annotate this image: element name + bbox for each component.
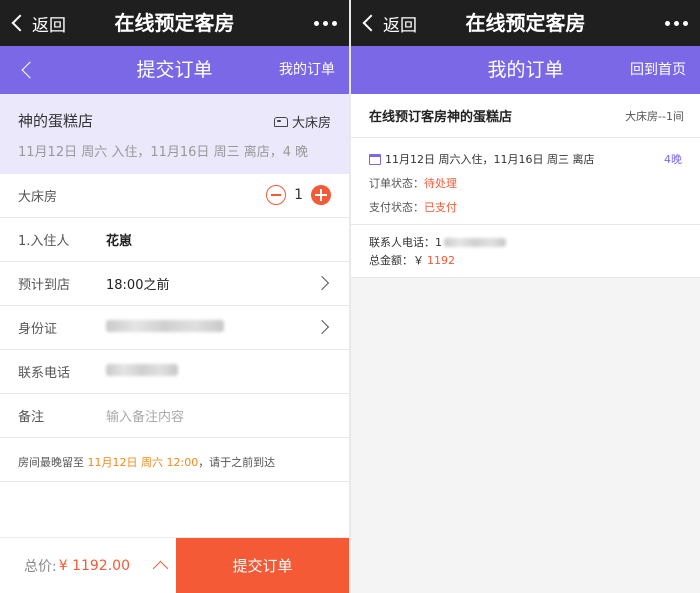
id-card-label: 身份证 xyxy=(18,322,58,337)
room-type-tag: 大床房 xyxy=(273,112,331,131)
contact-phone-line: 联系人电话： 1 xyxy=(369,233,682,251)
pay-status-label: 支付状态： xyxy=(369,201,424,214)
id-card-row[interactable]: 身份证 xyxy=(0,306,349,350)
plus-icon[interactable] xyxy=(311,185,331,205)
order-contact: 联系人电话： 1 总金额： ￥ 1192 xyxy=(351,225,700,278)
redacted-contact-phone xyxy=(444,237,506,247)
submit-order-screen: 返回 在线预定客房 提交订单 我的订单 神的蛋糕店 大床房 11月12日 周六 … xyxy=(0,0,349,593)
bed-icon xyxy=(273,116,288,127)
order-status-value: 待处理 xyxy=(424,177,457,190)
stay-dates: 11月12日 周六 入住，11月16日 周三 离店，4 晚 xyxy=(18,145,309,160)
remark-row[interactable]: 备注 输入备注内容 xyxy=(0,394,349,438)
total-value: ¥ 1192.00 xyxy=(58,557,130,574)
phone-label: 联系电话 xyxy=(18,366,71,381)
arrival-time-row[interactable]: 预计到店 18:00之前 xyxy=(0,262,349,306)
order-status-line: 订单状态： 待处理 xyxy=(369,172,682,194)
total-label: 总价: xyxy=(24,558,57,575)
id-card-field[interactable] xyxy=(106,319,331,336)
my-orders-screen: 返回 在线预定客房 我的订单 回到首页 在线预订客房神的蛋糕店 大床房--1间 … xyxy=(351,0,700,593)
wechat-back-button[interactable]: 返回 xyxy=(359,0,417,46)
pay-status-line: 支付状态： 已支付 xyxy=(369,196,682,218)
chevron-up-icon[interactable] xyxy=(152,560,169,577)
room-quantity-label: 大床房 xyxy=(18,190,58,205)
app-nav-bar: 我的订单 回到首页 xyxy=(351,46,700,94)
checkout-bar: 总价: ¥ 1192.00 提交订单 xyxy=(0,537,349,593)
order-dates-line: 11月12日 周六入住，11月16日 周三 离店 4晚 xyxy=(369,148,682,170)
guest-label: 1.入住人 xyxy=(18,234,70,249)
phone-field[interactable] xyxy=(106,363,331,380)
chevron-left-icon xyxy=(11,14,29,32)
total-price: 总价: ¥ 1192.00 xyxy=(0,538,176,593)
room-quantity-row: 大床房 1 xyxy=(0,174,349,218)
more-icon[interactable] xyxy=(314,0,337,46)
notice-suffix: ，请于之前到达 xyxy=(198,456,276,469)
app-nav-bar: 提交订单 我的订单 xyxy=(0,46,349,94)
remark-label: 备注 xyxy=(18,410,45,425)
back-home-link[interactable]: 回到首页 xyxy=(630,46,686,94)
notice-prefix: 房间最晚留至 xyxy=(18,456,88,469)
order-dates: 11月12日 周六入住，11月16日 周三 离店 xyxy=(385,153,595,166)
hotel-summary-card: 神的蛋糕店 大床房 11月12日 周六 入住，11月16日 周三 离店，4 晚 xyxy=(0,94,349,174)
submit-order-button[interactable]: 提交订单 xyxy=(176,538,349,593)
redacted-id xyxy=(106,319,224,332)
quantity-stepper: 1 xyxy=(266,185,331,205)
chevron-left-icon xyxy=(362,14,380,32)
contact-phone-label: 联系人电话： xyxy=(369,236,435,249)
room-type-label: 大床房 xyxy=(291,116,331,131)
order-header: 在线预订客房神的蛋糕店 大床房--1间 xyxy=(351,94,700,138)
order-status-label: 订单状态： xyxy=(369,177,424,190)
nav-back-icon[interactable] xyxy=(16,46,46,94)
notice-deadline: 11月12日 周六 12:00 xyxy=(87,456,199,469)
guest-row[interactable]: 1.入住人 花崽 xyxy=(0,218,349,262)
pay-status-value: 已支付 xyxy=(424,201,457,214)
calendar-icon xyxy=(369,153,381,165)
quantity-value: 1 xyxy=(294,187,303,203)
minus-icon[interactable] xyxy=(266,185,287,205)
contact-phone-prefix: 1 xyxy=(435,235,442,249)
more-icon[interactable] xyxy=(665,0,688,46)
order-total-label: 总金额： xyxy=(369,254,413,267)
order-room: 大床房--1间 xyxy=(625,109,684,123)
redacted-phone xyxy=(106,363,178,376)
wechat-back-label: 返回 xyxy=(32,15,66,36)
wechat-back-label: 返回 xyxy=(383,15,417,36)
remark-input[interactable]: 输入备注内容 xyxy=(106,406,331,425)
my-orders-link[interactable]: 我的订单 xyxy=(279,46,335,94)
order-card[interactable]: 在线预订客房神的蛋糕店 大床房--1间 11月12日 周六入住，11月16日 周… xyxy=(351,94,700,278)
order-title: 在线预订客房神的蛋糕店 xyxy=(369,110,513,125)
order-total-line: 总金额： ￥ 1192 xyxy=(369,251,682,269)
order-nights: 4晚 xyxy=(664,153,682,166)
arrival-time-value: 18:00之前 xyxy=(106,278,170,293)
guest-name-field[interactable]: 花崽 xyxy=(106,230,331,249)
order-details: 11月12日 周六入住，11月16日 周三 离店 4晚 订单状态： 待处理 支付… xyxy=(351,138,700,225)
wechat-title-bar: 返回 在线预定客房 xyxy=(351,0,700,46)
wechat-title-bar: 返回 在线预定客房 xyxy=(0,0,349,46)
phone-row[interactable]: 联系电话 xyxy=(0,350,349,394)
order-total-value: 1192 xyxy=(427,253,455,267)
order-total-currency: ￥ xyxy=(413,254,424,267)
hold-notice: 房间最晚留至 11月12日 周六 12:00，请于之前到达 xyxy=(0,438,349,482)
arrival-time-label: 预计到店 xyxy=(18,278,71,293)
wechat-back-button[interactable]: 返回 xyxy=(8,0,66,46)
